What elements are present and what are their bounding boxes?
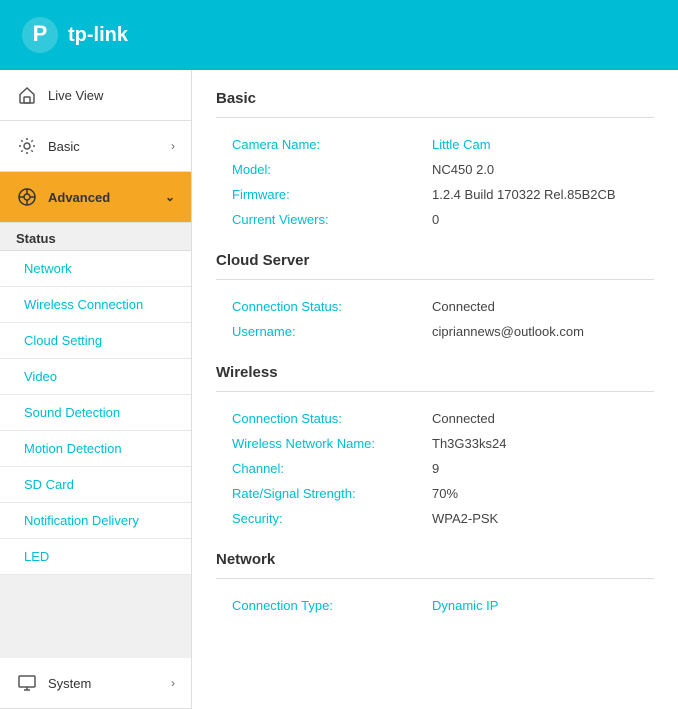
- table-row: Firmware: 1.2.4 Build 170322 Rel.85B2CB: [216, 182, 654, 207]
- wireless-connection-status-value: Connected: [432, 411, 495, 426]
- table-row: Channel: 9: [216, 456, 654, 481]
- security-label: Security:: [232, 511, 432, 526]
- cloud-connection-status-value: Connected: [432, 299, 495, 314]
- sidebar-item-system[interactable]: System ›: [0, 658, 191, 709]
- table-row: Security: WPA2-PSK: [216, 506, 654, 531]
- sd-card-label: SD Card: [24, 477, 74, 492]
- connection-type-value: Dynamic IP: [432, 598, 498, 613]
- cloud-setting-label: Cloud Setting: [24, 333, 102, 348]
- sound-detection-label: Sound Detection: [24, 405, 120, 420]
- connection-type-label: Connection Type:: [232, 598, 432, 613]
- cloud-server-divider: [216, 279, 654, 280]
- cloud-server-table: Connection Status: Connected Username: c…: [216, 294, 654, 344]
- advanced-chevron-icon: ⌄: [165, 190, 175, 204]
- sidebar-item-basic[interactable]: Basic ›: [0, 121, 191, 172]
- home-icon: [16, 84, 38, 106]
- table-row: Connection Status: Connected: [216, 406, 654, 431]
- wireless-connection-status-label: Connection Status:: [232, 411, 432, 426]
- wireless-network-name-label: Wireless Network Name:: [232, 436, 432, 451]
- table-row: Rate/Signal Strength: 70%: [216, 481, 654, 506]
- main-content: Basic Camera Name: Little Cam Model: NC4…: [192, 70, 678, 709]
- firmware-value: 1.2.4 Build 170322 Rel.85B2CB: [432, 187, 616, 202]
- network-divider: [216, 578, 654, 579]
- firmware-label: Firmware:: [232, 187, 432, 202]
- sidebar-basic-label: Basic: [48, 139, 161, 154]
- model-label: Model:: [232, 162, 432, 177]
- tplink-logo-icon: P: [20, 15, 60, 55]
- network-table: Connection Type: Dynamic IP: [216, 593, 654, 618]
- wireless-connection-label: Wireless Connection: [24, 297, 143, 312]
- notification-delivery-label: Notification Delivery: [24, 513, 139, 528]
- basic-table: Camera Name: Little Cam Model: NC450 2.0…: [216, 132, 654, 232]
- sidebar-advanced-label: Advanced: [48, 190, 155, 205]
- camera-name-value: Little Cam: [432, 137, 491, 152]
- main-layout: Live View Basic ›: [0, 70, 678, 709]
- security-value: WPA2-PSK: [432, 511, 498, 526]
- sidebar-sub-item-notification-delivery[interactable]: Notification Delivery: [0, 503, 191, 539]
- wireless-section-title: Wireless: [216, 364, 654, 381]
- sidebar-item-live-view[interactable]: Live View: [0, 70, 191, 121]
- table-row: Connection Type: Dynamic IP: [216, 593, 654, 618]
- sidebar-sub-item-cloud-setting[interactable]: Cloud Setting: [0, 323, 191, 359]
- network-section-title: Network: [216, 551, 654, 568]
- sidebar-sub-item-sound-detection[interactable]: Sound Detection: [0, 395, 191, 431]
- app-header: P tp-link: [0, 0, 678, 70]
- wrench-icon: [16, 186, 38, 208]
- channel-label: Channel:: [232, 461, 432, 476]
- svg-text:P: P: [33, 21, 48, 46]
- channel-value: 9: [432, 461, 439, 476]
- network-label: Network: [24, 261, 72, 276]
- cloud-server-section: Cloud Server Connection Status: Connecte…: [216, 252, 654, 344]
- sidebar: Live View Basic ›: [0, 70, 192, 709]
- led-label: LED: [24, 549, 49, 564]
- current-viewers-value: 0: [432, 212, 439, 227]
- sidebar-sub-item-network[interactable]: Network: [0, 251, 191, 287]
- table-row: Camera Name: Little Cam: [216, 132, 654, 157]
- cloud-server-section-title: Cloud Server: [216, 252, 654, 269]
- status-section-header: Status: [0, 223, 191, 251]
- wireless-table: Connection Status: Connected Wireless Ne…: [216, 406, 654, 531]
- video-label: Video: [24, 369, 57, 384]
- sidebar-sub-item-motion-detection[interactable]: Motion Detection: [0, 431, 191, 467]
- camera-name-label: Camera Name:: [232, 137, 432, 152]
- wireless-divider: [216, 391, 654, 392]
- table-row: Model: NC450 2.0: [216, 157, 654, 182]
- basic-section-title: Basic: [216, 90, 654, 107]
- rate-signal-value: 70%: [432, 486, 458, 501]
- basic-divider: [216, 117, 654, 118]
- gear-icon: [16, 135, 38, 157]
- sidebar-item-advanced[interactable]: Advanced ⌄: [0, 172, 191, 223]
- sidebar-sub-item-wireless-connection[interactable]: Wireless Connection: [0, 287, 191, 323]
- sidebar-live-view-label: Live View: [48, 88, 175, 103]
- logo-container: P tp-link: [20, 15, 128, 55]
- basic-section: Basic Camera Name: Little Cam Model: NC4…: [216, 90, 654, 232]
- motion-detection-label: Motion Detection: [24, 441, 122, 456]
- network-section: Network Connection Type: Dynamic IP: [216, 551, 654, 618]
- wireless-network-name-value: Th3G33ks24: [432, 436, 506, 451]
- model-value: NC450 2.0: [432, 162, 494, 177]
- table-row: Connection Status: Connected: [216, 294, 654, 319]
- username-label: Username:: [232, 324, 432, 339]
- system-label: System: [48, 676, 161, 691]
- brand-name: tp-link: [68, 24, 128, 47]
- sidebar-sub-item-video[interactable]: Video: [0, 359, 191, 395]
- cloud-connection-status-label: Connection Status:: [232, 299, 432, 314]
- rate-signal-label: Rate/Signal Strength:: [232, 486, 432, 501]
- system-chevron-icon: ›: [171, 676, 175, 690]
- table-row: Current Viewers: 0: [216, 207, 654, 232]
- sidebar-sub-item-sd-card[interactable]: SD Card: [0, 467, 191, 503]
- basic-chevron-icon: ›: [171, 139, 175, 153]
- wireless-section: Wireless Connection Status: Connected Wi…: [216, 364, 654, 531]
- table-row: Wireless Network Name: Th3G33ks24: [216, 431, 654, 456]
- username-value: cipriannews@outlook.com: [432, 324, 584, 339]
- current-viewers-label: Current Viewers:: [232, 212, 432, 227]
- monitor-icon: [16, 672, 38, 694]
- table-row: Username: cipriannews@outlook.com: [216, 319, 654, 344]
- sidebar-sub-item-led[interactable]: LED: [0, 539, 191, 575]
